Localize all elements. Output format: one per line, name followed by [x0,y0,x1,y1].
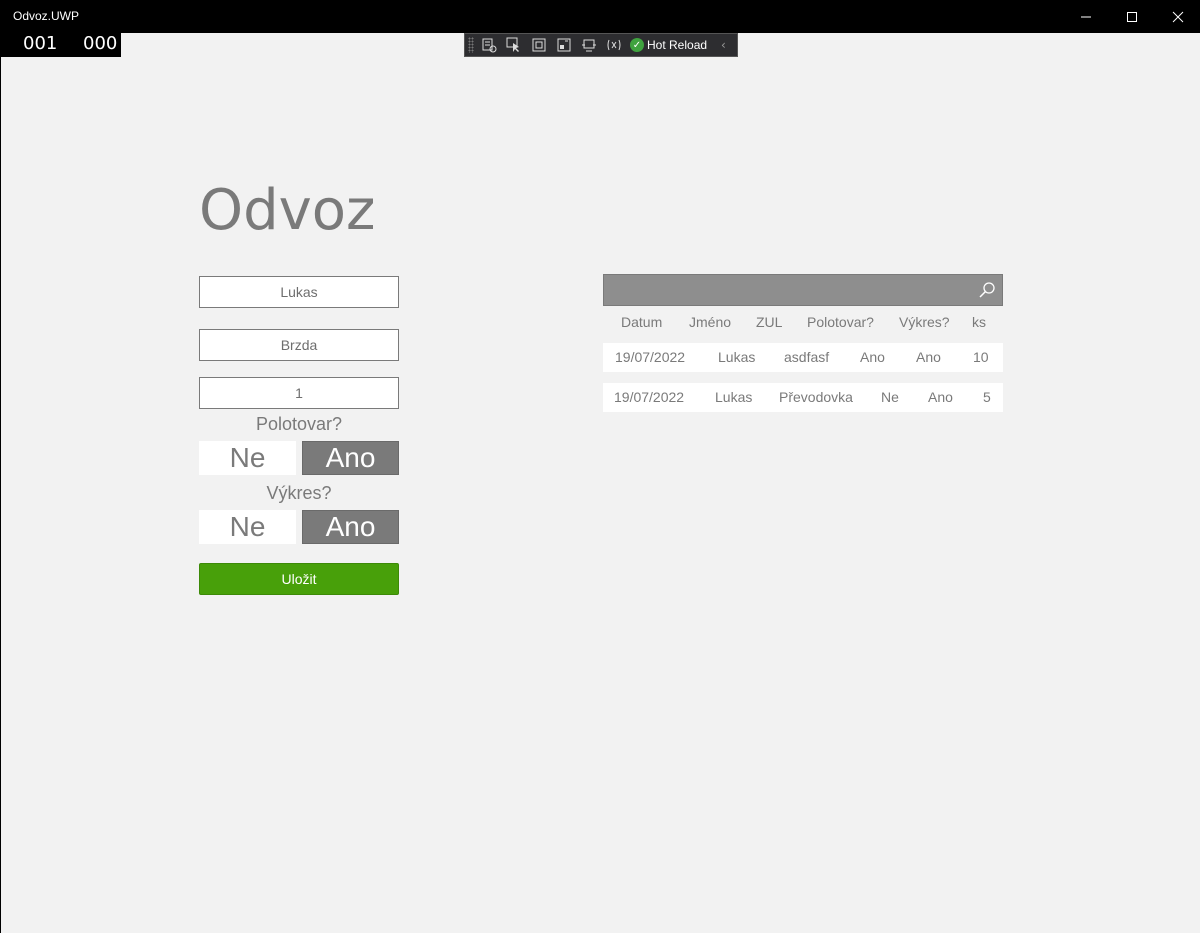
frame-counter-right: 000 [83,33,118,54]
column-header-name: Jméno [689,314,732,330]
close-button[interactable] [1155,0,1200,33]
close-icon [1172,11,1184,22]
part-input[interactable]: Brzda [199,329,399,361]
search-input[interactable] [603,274,1003,306]
column-header-zul: ZUL [756,314,783,330]
binding-failures-icon[interactable] [579,36,599,54]
chevron-left-icon[interactable]: ‹ [721,38,726,52]
display-layout-adorners-icon[interactable] [529,36,549,54]
toolbar-grip-icon[interactable] [468,37,474,53]
count-input[interactable]: 1 [199,377,399,409]
table-row[interactable]: 19/07/2022 Lukas asdfasf Ano Ano 10 [603,343,1003,372]
cell-name: Lukas [715,389,753,405]
page-title: Odvoz [199,178,376,243]
track-focus-icon[interactable] [554,36,574,54]
cell-count: 5 [983,389,991,405]
table-row[interactable]: 19/07/2022 Lukas Převodovka Ne Ano 5 [603,383,1003,412]
cell-zul: Převodovka [779,389,853,405]
cell-count: 10 [973,349,989,365]
cell-drawing: Ano [916,349,941,365]
frame-rate-counter: 001 000 [1,33,121,57]
cell-semi-product: Ne [881,389,899,405]
column-header-semi-product: Polotovar? [807,314,874,330]
cell-zul: asdfasf [784,349,830,365]
toggle-theme-icon[interactable] [604,36,624,54]
drawing-label: Výkres? [266,483,332,503]
check-icon: ✓ [630,38,644,52]
xaml-debug-toolbar: ✓ Hot Reload ‹ [464,33,738,57]
save-button[interactable]: Uložit [199,563,399,595]
drawing-yes-button[interactable]: Ano [302,510,399,544]
drawing-no-button[interactable]: Ne [199,510,296,544]
column-header-count: ks [972,314,986,330]
frame-counter-left: 001 [23,33,58,54]
title-bar: Odvoz.UWP [0,0,1200,33]
minimize-button[interactable] [1063,0,1109,33]
cell-name: Lukas [718,349,756,365]
window-title: Odvoz.UWP [13,9,80,23]
hot-reload-label: Hot Reload [647,38,708,52]
maximize-icon [1127,11,1137,22]
semi-product-yes-button[interactable]: Ano [302,441,399,475]
window-border [0,33,1,933]
cell-date: 19/07/2022 [615,349,686,365]
table-header: Datum Jméno ZUL Polotovar? Výkres? ks [603,312,1003,332]
search-icon[interactable] [978,281,996,299]
minimize-icon [1081,16,1091,17]
hot-reload-status[interactable]: ✓ Hot Reload [630,38,707,52]
cell-drawing: Ano [928,389,953,405]
cell-semi-product: Ano [860,349,885,365]
semi-product-label: Polotovar? [255,414,343,434]
semi-product-no-button[interactable]: Ne [199,441,296,475]
column-header-drawing: Výkres? [899,314,950,330]
column-header-date: Datum [621,314,663,330]
live-visual-tree-icon[interactable] [479,36,499,54]
name-input[interactable]: Lukas [199,276,399,308]
select-element-icon[interactable] [504,36,524,54]
cell-date: 19/07/2022 [614,389,685,405]
maximize-button[interactable] [1109,0,1155,33]
